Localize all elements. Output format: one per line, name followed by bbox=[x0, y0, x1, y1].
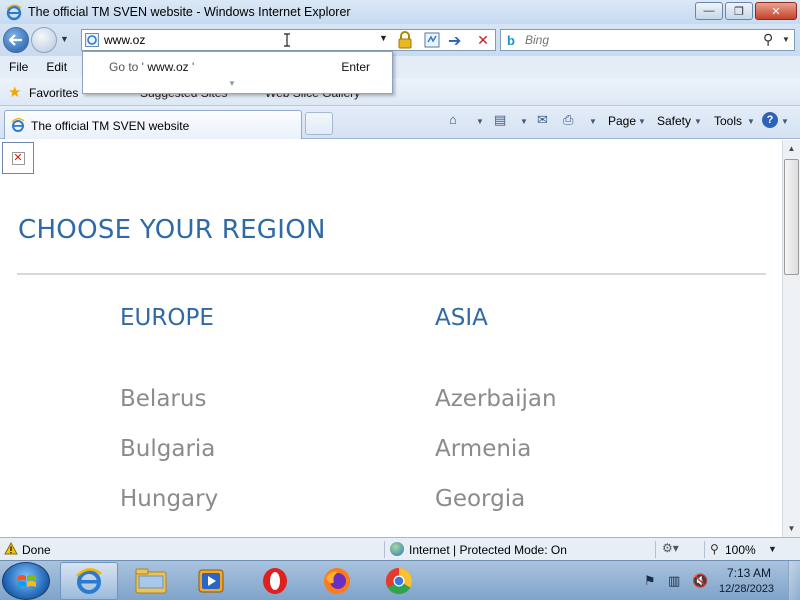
mail-icon[interactable]: ✉ bbox=[537, 112, 548, 128]
page-dropdown-icon[interactable]: ▼ bbox=[638, 117, 646, 126]
scroll-thumb[interactable] bbox=[784, 159, 799, 275]
tab-title: The official TM SVEN website bbox=[31, 119, 190, 133]
start-button[interactable] bbox=[2, 562, 50, 600]
volume-muted-icon[interactable]: 🔇 bbox=[692, 573, 708, 589]
search-input[interactable] bbox=[525, 32, 745, 48]
forward-button[interactable] bbox=[31, 27, 57, 53]
back-arrow-icon bbox=[9, 34, 22, 46]
divider bbox=[17, 273, 766, 275]
taskbar-windows-explorer[interactable] bbox=[122, 562, 180, 600]
broken-image-icon: ✕ bbox=[2, 142, 34, 174]
recent-pages-dropdown-icon[interactable]: ▼ bbox=[60, 34, 69, 44]
status-bar: Done Internet | Protected Mode: On ⚙▾ ⚲ … bbox=[0, 537, 800, 560]
internet-zone-globe-icon bbox=[390, 542, 404, 556]
address-input[interactable] bbox=[104, 32, 374, 48]
country-link-bulgaria[interactable]: Bulgaria bbox=[120, 436, 215, 462]
chrome-icon bbox=[385, 567, 413, 595]
zoom-level[interactable]: 100% bbox=[725, 543, 756, 557]
print-dropdown-icon[interactable]: ▼ bbox=[589, 117, 597, 126]
back-button[interactable] bbox=[3, 27, 29, 53]
autocomplete-enter-hint: Enter bbox=[341, 60, 370, 74]
ie-logo-icon bbox=[6, 4, 22, 21]
network-icon[interactable]: ▥ bbox=[668, 573, 680, 589]
taskbar: ⚑ ▥ 🔇 7:13 AM 12/28/2023 bbox=[0, 560, 800, 600]
maximize-button[interactable]: ❐ bbox=[725, 2, 753, 20]
show-desktop-button[interactable] bbox=[788, 561, 800, 600]
scroll-down-arrow-icon[interactable]: ▼ bbox=[783, 520, 800, 537]
ie-tab-icon bbox=[11, 118, 25, 132]
status-text: Done bbox=[22, 543, 51, 557]
bing-icon: b bbox=[507, 33, 515, 48]
page-content: ✕ CHOOSE YOUR REGION EUROPE ASIA Belarus… bbox=[0, 140, 782, 537]
menu-edit[interactable]: Edit bbox=[37, 60, 76, 74]
compatibility-view-icon[interactable] bbox=[424, 32, 440, 48]
window-title: The official TM SVEN website - Windows I… bbox=[28, 5, 351, 19]
folder-icon bbox=[135, 568, 167, 594]
scroll-up-arrow-icon[interactable]: ▲ bbox=[783, 140, 800, 157]
protected-mode-icon[interactable]: ⚙▾ bbox=[662, 541, 679, 555]
taskbar-media-player[interactable] bbox=[182, 562, 240, 600]
media-player-icon bbox=[198, 569, 224, 593]
country-link-armenia[interactable]: Armenia bbox=[435, 436, 531, 462]
address-autocomplete-dropdown: Go to ' www.oz ' Enter ▼ bbox=[82, 51, 393, 94]
autocomplete-goto-item[interactable]: Go to ' www.oz ' bbox=[109, 60, 194, 74]
action-center-flag-icon[interactable]: ⚑ bbox=[644, 573, 656, 589]
stop-icon[interactable]: ✕ bbox=[474, 31, 492, 49]
vertical-scrollbar[interactable]: ▲ ▼ bbox=[782, 140, 800, 537]
security-zone-label[interactable]: Internet | Protected Mode: On bbox=[409, 543, 567, 557]
tab-active[interactable]: The official TM SVEN website bbox=[4, 110, 302, 139]
menu-file[interactable]: File bbox=[0, 60, 37, 74]
go-arrow-icon[interactable]: ➔ bbox=[448, 31, 466, 50]
country-link-belarus[interactable]: Belarus bbox=[120, 386, 206, 412]
region-heading-europe[interactable]: EUROPE bbox=[120, 305, 214, 331]
help-icon[interactable]: ? bbox=[762, 112, 778, 128]
zoom-dropdown-icon[interactable]: ▼ bbox=[768, 544, 777, 554]
warning-icon[interactable] bbox=[4, 542, 18, 555]
print-icon[interactable]: ⎙ bbox=[563, 112, 573, 128]
title-bar: The official TM SVEN website - Windows I… bbox=[0, 0, 800, 24]
feeds-dropdown-icon[interactable]: ▼ bbox=[520, 117, 528, 126]
help-dropdown-icon[interactable]: ▼ bbox=[781, 117, 789, 126]
home-icon[interactable]: ⌂ bbox=[449, 112, 457, 127]
tools-menu-button[interactable]: Tools bbox=[714, 114, 742, 128]
region-heading-asia[interactable]: ASIA bbox=[435, 305, 488, 331]
safety-dropdown-icon[interactable]: ▼ bbox=[694, 117, 702, 126]
safety-menu-button[interactable]: Safety bbox=[657, 114, 691, 128]
close-button[interactable]: ✕ bbox=[755, 2, 797, 20]
minimize-button[interactable]: — bbox=[695, 2, 723, 20]
page-title: CHOOSE YOUR REGION bbox=[18, 215, 326, 245]
address-box[interactable]: ▼ ➔ ✕ bbox=[81, 29, 496, 51]
taskbar-internet-explorer[interactable] bbox=[60, 562, 118, 600]
home-dropdown-icon[interactable]: ▼ bbox=[476, 117, 484, 126]
country-link-azerbaijan[interactable]: Azerbaijan bbox=[435, 386, 557, 412]
internet-explorer-icon bbox=[76, 568, 102, 594]
zoom-icon: ⚲ bbox=[710, 542, 719, 556]
taskbar-firefox[interactable] bbox=[308, 562, 366, 600]
search-icon[interactable]: ⚲ bbox=[763, 31, 773, 48]
feeds-icon[interactable]: ▤ bbox=[494, 112, 506, 128]
expand-chevron-icon[interactable]: ▼ bbox=[228, 79, 236, 88]
firefox-icon bbox=[324, 568, 350, 594]
taskbar-opera[interactable] bbox=[246, 562, 304, 600]
favorites-star-icon[interactable]: ★ bbox=[8, 83, 21, 101]
country-link-hungary[interactable]: Hungary bbox=[120, 486, 218, 512]
page-icon bbox=[85, 33, 99, 47]
country-link-georgia[interactable]: Georgia bbox=[435, 486, 525, 512]
tools-dropdown-icon[interactable]: ▼ bbox=[747, 117, 755, 126]
taskbar-chrome[interactable] bbox=[370, 562, 428, 600]
windows-logo-icon bbox=[18, 575, 36, 587]
new-tab-button[interactable] bbox=[305, 112, 333, 135]
clock-time[interactable]: 7:13 AM bbox=[727, 566, 771, 580]
clock-date[interactable]: 12/28/2023 bbox=[719, 583, 774, 595]
page-menu-button[interactable]: Page bbox=[608, 114, 636, 128]
text-cursor-icon bbox=[284, 33, 290, 47]
lock-icon[interactable] bbox=[397, 31, 413, 49]
search-box[interactable]: b ⚲ ▼ bbox=[500, 29, 795, 51]
address-dropdown-icon[interactable]: ▼ bbox=[379, 33, 388, 43]
opera-icon bbox=[263, 568, 287, 594]
favorites-button[interactable]: Favorites bbox=[29, 86, 78, 100]
search-dropdown-icon[interactable]: ▼ bbox=[782, 35, 790, 44]
